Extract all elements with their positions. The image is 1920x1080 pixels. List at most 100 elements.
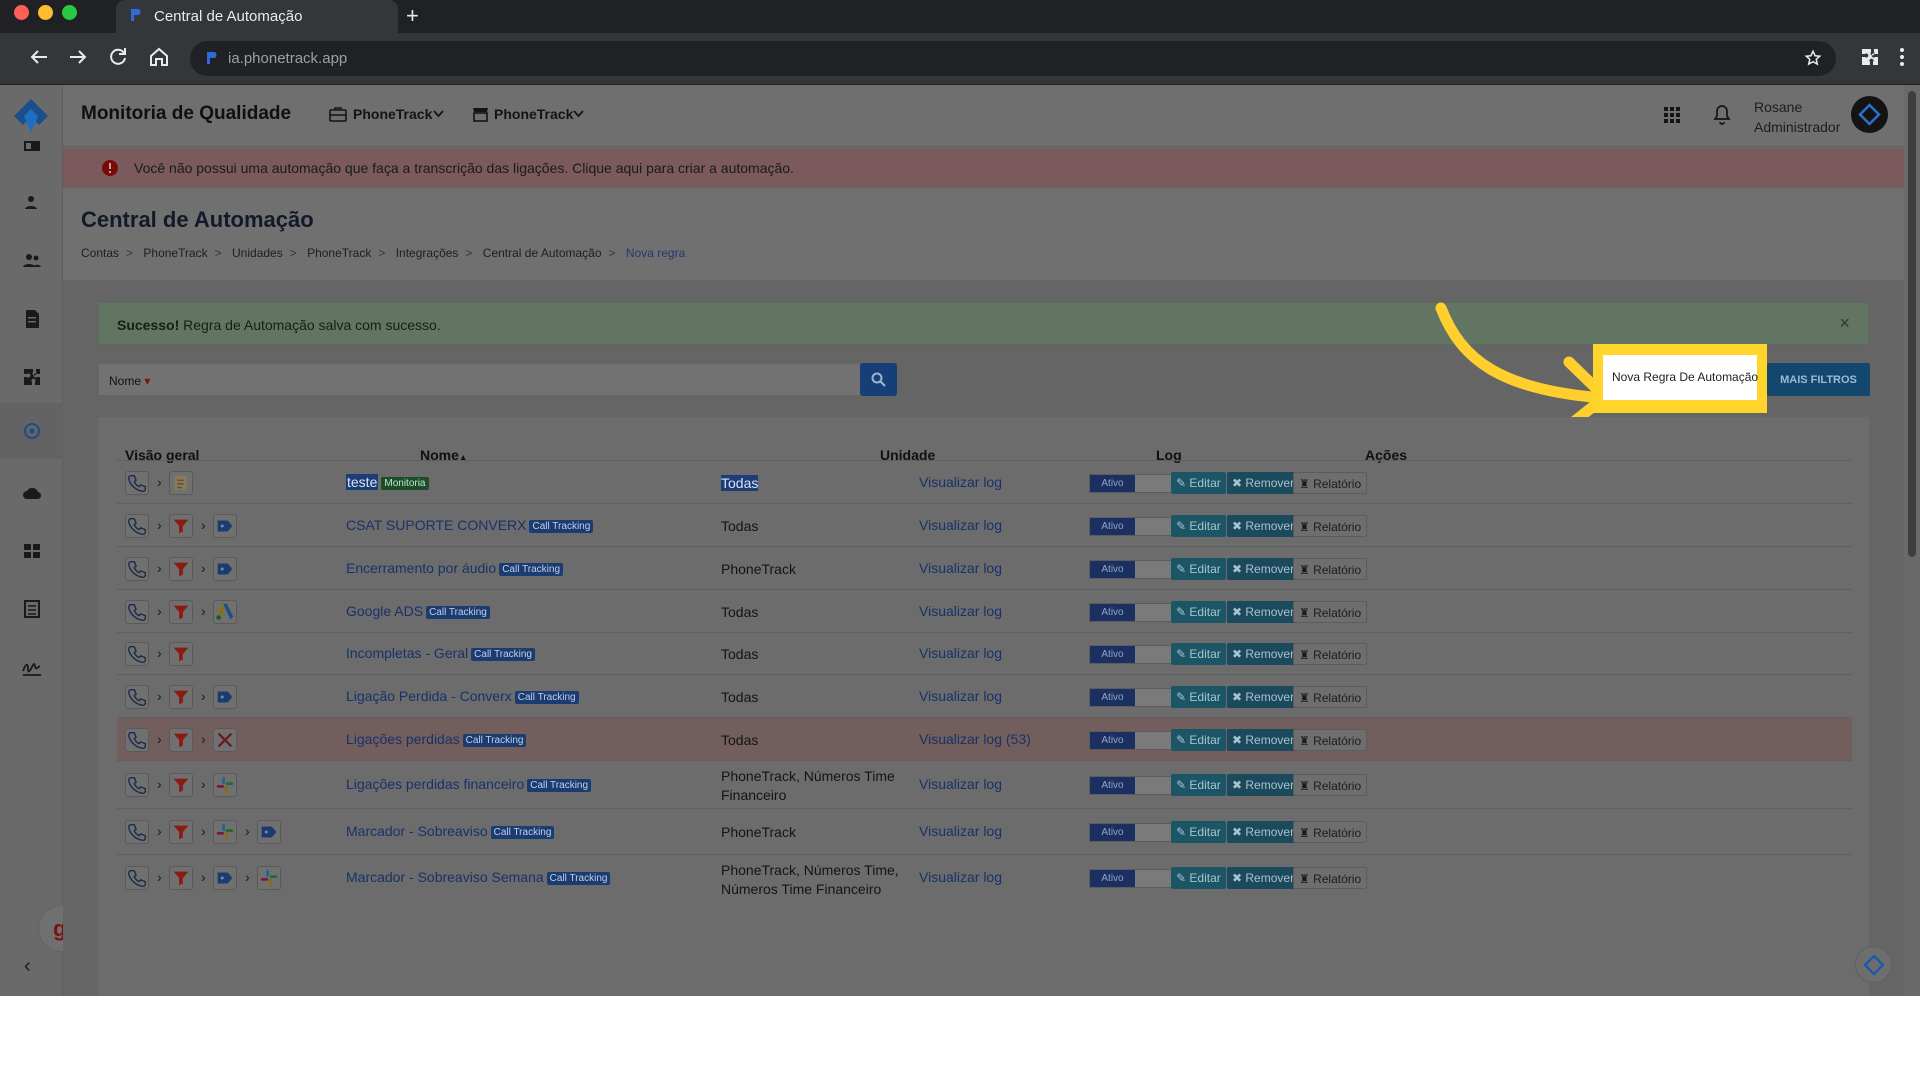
forward-arrow-icon[interactable] [66,45,90,69]
remove-button[interactable]: ✖ Remover [1227,643,1300,665]
report-button[interactable]: ♜ Relatório [1293,515,1368,537]
collapse-sidebar-button[interactable]: ‹ [24,955,31,978]
rule-name-link[interactable]: Marcador - Sobreaviso Semana Call Trackin… [346,869,611,885]
browser-menu-icon[interactable] [1890,45,1914,69]
document-icon[interactable] [20,307,44,331]
user-info[interactable]: Rosane Administrador [1754,97,1840,137]
slack-icon[interactable] [213,773,237,797]
tag-icon[interactable] [213,514,237,538]
report-button[interactable]: ♜ Relatório [1293,601,1368,623]
page-scrollbar[interactable] [1904,85,1920,996]
rule-name-link[interactable]: Encerramento por áudio Call Tracking [346,560,564,576]
edit-button[interactable]: ✎ Editar [1171,867,1226,889]
phone-icon[interactable] [125,773,149,797]
phone-icon[interactable] [125,600,149,624]
view-log-link[interactable]: Visualizar log (53) [919,731,1031,747]
search-button[interactable] [860,363,897,396]
address-bar[interactable]: ia.phonetrack.app [190,41,1836,76]
remove-button[interactable]: ✖ Remover [1227,558,1300,580]
phone-icon[interactable] [125,728,149,752]
active-toggle[interactable]: Ativo [1089,776,1182,795]
report-button[interactable]: ♜ Relatório [1293,643,1368,665]
remove-button[interactable]: ✖ Remover [1227,729,1300,751]
remove-button[interactable]: ✖ Remover [1227,601,1300,623]
remove-button[interactable]: ✖ Remover [1227,686,1300,708]
list-table-icon[interactable] [20,597,44,621]
edit-button[interactable]: ✎ Editar [1171,643,1226,665]
maximize-window-button[interactable] [62,5,77,20]
home-icon[interactable] [147,45,171,69]
new-rule-button[interactable]: Nova Regra De Automação [1603,355,1758,400]
remove-button[interactable]: ✖ Remover [1227,821,1300,843]
report-button[interactable]: ♜ Relatório [1293,867,1368,889]
filter-icon[interactable] [169,685,193,709]
view-log-link[interactable]: Visualizar log [919,869,1002,885]
slack-icon[interactable] [257,866,281,890]
tag-icon[interactable] [213,557,237,581]
phone-icon[interactable] [125,557,149,581]
users-group-icon[interactable] [20,249,44,273]
edit-button[interactable]: ✎ Editar [1171,774,1226,796]
edit-button[interactable]: ✎ Editar [1171,472,1226,494]
notification-bell-icon[interactable] [1713,104,1731,125]
edit-button[interactable]: ✎ Editar [1171,686,1226,708]
sidebar-active-item[interactable] [0,403,63,459]
rule-name-link[interactable]: teste Monitoria [346,474,429,490]
slack-icon[interactable] [213,820,237,844]
active-toggle[interactable]: Ativo [1089,688,1182,707]
breadcrumb-item[interactable]: Central de Automação [483,246,602,260]
view-log-link[interactable]: Visualizar log [919,688,1002,704]
report-button[interactable]: ♜ Relatório [1293,774,1368,796]
tools-icon[interactable] [213,728,237,752]
edit-button[interactable]: ✎ Editar [1171,515,1226,537]
company-dropdown[interactable]: PhoneTrack [329,104,444,126]
rule-name-link[interactable]: Incompletas - Geral Call Tracking [346,645,535,661]
close-window-button[interactable] [14,5,29,20]
integrations-puzzle-icon[interactable] [20,365,44,389]
active-toggle[interactable]: Ativo [1089,731,1182,750]
transcription-alert[interactable]: Você não possui uma automação que faça a… [63,148,1904,188]
remove-button[interactable]: ✖ Remover [1227,515,1300,537]
view-log-link[interactable]: Visualizar log [919,517,1002,533]
avatar[interactable] [1851,96,1888,133]
rule-name-link[interactable]: CSAT SUPORTE CONVERX Call Tracking [346,517,594,533]
filter-icon[interactable] [169,820,193,844]
breadcrumb-item[interactable]: Contas [81,246,119,260]
edit-button[interactable]: ✎ Editar [1171,821,1226,843]
scrollbar-thumb[interactable] [1908,91,1916,557]
report-button[interactable]: ♜ Relatório [1293,729,1368,751]
phone-icon[interactable] [125,514,149,538]
filter-icon[interactable] [169,866,193,890]
filter-icon[interactable] [169,642,193,666]
report-button[interactable]: ♜ Relatório [1293,472,1368,494]
cloud-upload-icon[interactable] [20,481,44,505]
apps-grid-icon[interactable] [1663,106,1681,124]
rule-name-link[interactable]: Ligações perdidas Call Tracking [346,731,527,747]
remove-button[interactable]: ✖ Remover [1227,472,1300,494]
remove-button[interactable]: ✖ Remover [1227,867,1300,889]
rule-name-link[interactable]: Ligação Perdida - Converx Call Tracking [346,688,579,704]
unit-dropdown[interactable]: PhoneTrack [472,104,584,126]
rule-name-link[interactable]: Ligações perdidas financeiro Call Trackin… [346,776,592,792]
tag-icon[interactable] [257,820,281,844]
active-toggle[interactable]: Ativo [1089,645,1182,664]
search-input[interactable]: Nome ▾ [98,363,861,396]
user-icon[interactable] [20,191,44,215]
active-toggle[interactable]: Ativo [1089,474,1182,493]
reload-icon[interactable] [106,45,130,69]
rule-name-link[interactable]: Marcador - Sobreaviso Call Tracking [346,823,555,839]
bookmark-star-icon[interactable] [1804,49,1822,67]
report-button[interactable]: ♜ Relatório [1293,558,1368,580]
dashboard-icon[interactable] [20,134,44,158]
extensions-puzzle-icon[interactable] [1858,45,1882,69]
edit-button[interactable]: ✎ Editar [1171,601,1226,623]
view-log-link[interactable]: Visualizar log [919,560,1002,576]
active-toggle[interactable]: Ativo [1089,823,1182,842]
edit-button[interactable]: ✎ Editar [1171,558,1226,580]
close-alert-button[interactable]: × [1839,313,1850,334]
report-button[interactable]: ♜ Relatório [1293,686,1368,708]
phone-icon[interactable] [125,685,149,709]
report-button[interactable]: ♜ Relatório [1293,821,1368,843]
back-arrow-icon[interactable] [27,45,51,69]
minimize-window-button[interactable] [38,5,53,20]
